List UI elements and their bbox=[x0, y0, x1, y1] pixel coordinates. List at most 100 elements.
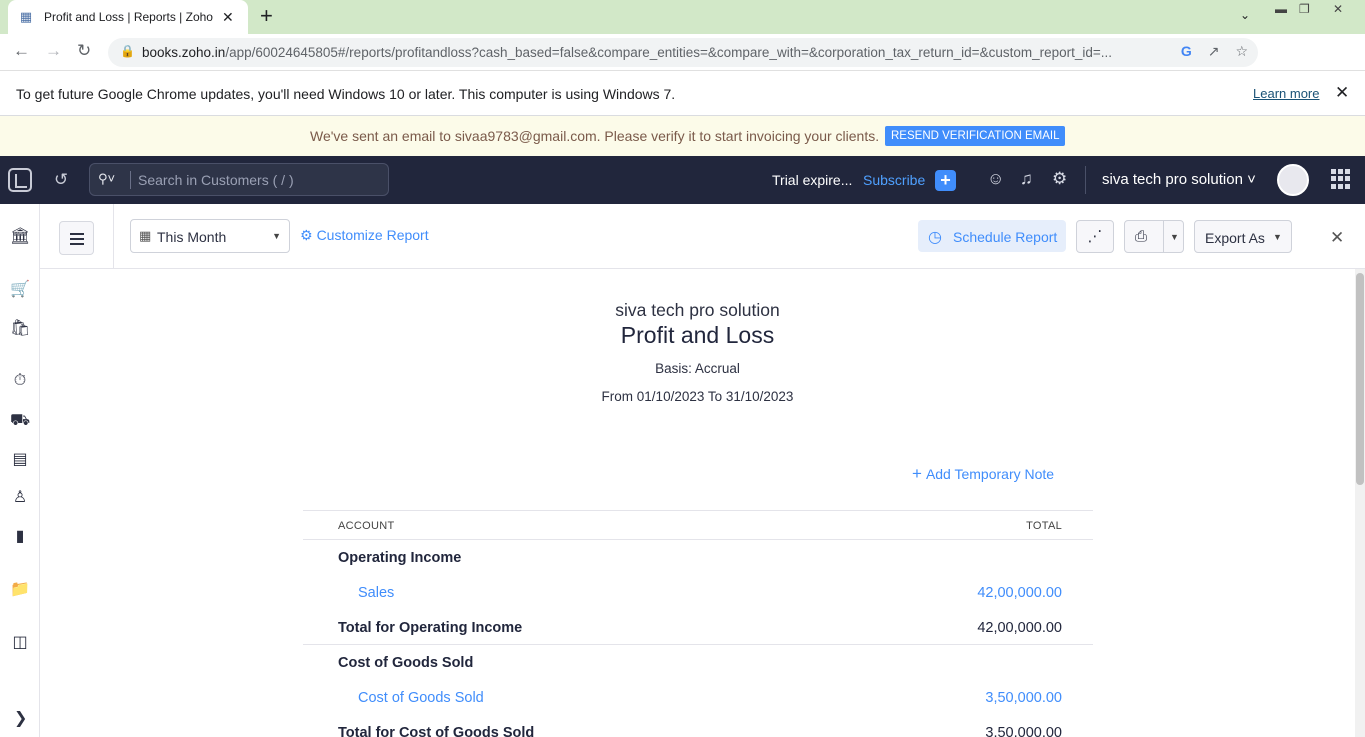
google-translate-icon[interactable]: G bbox=[1181, 43, 1192, 60]
quick-create-plus-icon[interactable]: + bbox=[935, 170, 956, 191]
close-infobar-icon[interactable]: ✕ bbox=[1335, 83, 1349, 103]
time-tracking-icon[interactable]: ⏱ bbox=[10, 372, 30, 390]
caret-down-icon: ▼ bbox=[272, 231, 281, 241]
section-row: Operating Income bbox=[303, 540, 1093, 575]
total-label: Total for Operating Income bbox=[338, 620, 523, 636]
total-value: 42,00,000.00 bbox=[977, 620, 1062, 636]
section-label: Operating Income bbox=[338, 550, 462, 566]
url-text: books.zoho.in/app/60024645805#/reports/p… bbox=[142, 45, 1113, 60]
account-row[interactable]: Cost of Goods Sold 3,50,000.00 bbox=[303, 680, 1093, 715]
infobar-message: To get future Google Chrome updates, you… bbox=[16, 86, 676, 102]
gear-icon: ⚙ bbox=[300, 227, 313, 243]
apps-icon[interactable]: ◫ bbox=[10, 632, 30, 652]
subscribe-link[interactable]: Subscribe bbox=[863, 172, 925, 188]
report-title: Profit and Loss bbox=[620, 322, 775, 348]
total-row: Total for Cost of Goods Sold 3,50,000.00 bbox=[303, 715, 1093, 737]
clock-icon: ◷ bbox=[928, 229, 942, 246]
gst-filing-icon[interactable]: ▤ bbox=[10, 449, 30, 469]
total-label: Total for Cost of Goods Sold bbox=[338, 725, 535, 737]
profit-loss-table: ACCOUNT TOTAL Operating Income Sales 42,… bbox=[303, 510, 1093, 737]
column-total: TOTAL bbox=[1026, 520, 1062, 532]
report-menu-hamburger-icon[interactable] bbox=[59, 221, 94, 255]
close-report-icon[interactable]: ✕ bbox=[1330, 228, 1344, 248]
browser-tab[interactable]: ▦ Profit and Loss | Reports | Zoho E ✕ bbox=[8, 0, 248, 34]
back-icon[interactable]: ← bbox=[13, 41, 30, 61]
report-toolbar: ▦ This Month ▼ ⚙ Customize Report ◷ Sched… bbox=[40, 204, 1365, 269]
account-link[interactable]: Cost of Goods Sold bbox=[358, 690, 484, 706]
print-button[interactable]: ⎙ ▼ bbox=[1124, 220, 1184, 253]
bookmark-star-icon[interactable]: ☆ bbox=[1235, 43, 1248, 60]
purchases-bag-icon[interactable]: 🛍 bbox=[10, 318, 30, 338]
settings-gear-icon[interactable]: ⚙ bbox=[1052, 169, 1067, 189]
trial-status[interactable]: Trial expire... bbox=[772, 172, 852, 188]
sales-cart-icon[interactable]: 🛒 bbox=[10, 279, 30, 299]
report-date-range: From 01/10/2023 To 31/10/2023 bbox=[601, 389, 794, 404]
eway-bill-truck-icon[interactable]: ⛟ bbox=[10, 411, 30, 431]
minimize-icon[interactable]: ▬ bbox=[1275, 2, 1287, 16]
verification-message: We've sent an email to sivaa9783@gmail.c… bbox=[310, 128, 880, 144]
print-options-caret-icon[interactable]: ▼ bbox=[1170, 232, 1179, 242]
reload-icon[interactable]: ↻ bbox=[77, 41, 91, 61]
resend-verification-button[interactable]: RESEND VERIFICATION EMAIL bbox=[885, 126, 1066, 146]
global-search: ⚲˅ bbox=[89, 163, 389, 196]
account-total-link[interactable]: 3,50,000.00 bbox=[985, 690, 1062, 706]
account-total-link[interactable]: 42,00,000.00 bbox=[977, 585, 1062, 601]
plus-icon: + bbox=[912, 464, 922, 483]
share-page-icon[interactable]: ↗ bbox=[1208, 43, 1220, 60]
customize-report-label: Customize Report bbox=[316, 227, 429, 243]
table-header: ACCOUNT TOTAL bbox=[303, 510, 1093, 540]
organization-switcher[interactable]: siva tech pro solution ˅ bbox=[1102, 171, 1256, 188]
lock-icon[interactable]: 🔒 bbox=[120, 44, 135, 58]
app-launcher-grid-icon[interactable] bbox=[1331, 169, 1351, 189]
company-name: siva tech pro solution bbox=[615, 300, 780, 320]
learn-more-link[interactable]: Learn more bbox=[1253, 86, 1319, 101]
user-avatar[interactable] bbox=[1277, 164, 1309, 196]
restore-icon[interactable]: ❐ bbox=[1299, 2, 1310, 16]
app-top-nav: ↺ ⚲˅ Trial expire... Subscribe + ☺ ♫ ⚙ s… bbox=[0, 156, 1365, 204]
column-account: ACCOUNT bbox=[338, 520, 395, 532]
new-tab-icon[interactable]: + bbox=[260, 5, 273, 27]
vertical-scrollbar[interactable] bbox=[1355, 269, 1365, 737]
banking-icon[interactable]: 🏛 bbox=[10, 226, 30, 246]
schedule-report-button[interactable]: ◷ Schedule Report bbox=[918, 220, 1066, 252]
accountant-icon[interactable]: ♙ bbox=[10, 487, 30, 507]
account-link[interactable]: Sales bbox=[358, 585, 394, 601]
search-divider bbox=[130, 171, 131, 189]
export-as-label: Export As bbox=[1205, 230, 1265, 246]
scrollbar-thumb[interactable] bbox=[1356, 273, 1364, 485]
toolbar-divider bbox=[113, 204, 114, 269]
date-range-value: This Month bbox=[157, 229, 227, 245]
total-row: Total for Operating Income 42,00,000.00 bbox=[303, 610, 1093, 645]
omnibox-actions: G ↗ ☆ bbox=[1181, 43, 1248, 60]
customize-report-button[interactable]: ⚙ Customize Report bbox=[300, 227, 429, 244]
add-temporary-note-button[interactable]: + Add Temporary Note bbox=[912, 464, 1054, 484]
share-icon[interactable]: ⋰ bbox=[1076, 220, 1114, 253]
browser-tabstrip: ▦ Profit and Loss | Reports | Zoho E ✕ +… bbox=[0, 0, 1365, 34]
zoho-books-logo-icon[interactable] bbox=[8, 168, 32, 192]
printer-icon[interactable]: ⎙ bbox=[1135, 228, 1147, 245]
search-icon[interactable]: ⚲˅ bbox=[98, 171, 115, 187]
account-row[interactable]: Sales 42,00,000.00 bbox=[303, 575, 1093, 610]
expand-sidebar-chevron-icon[interactable]: ❯ bbox=[14, 708, 27, 728]
chrome-update-infobar: To get future Google Chrome updates, you… bbox=[0, 71, 1365, 116]
nav-divider bbox=[1085, 166, 1086, 194]
documents-folder-icon[interactable]: 📁 bbox=[10, 579, 30, 599]
export-as-dropdown[interactable]: Export As ▼ bbox=[1194, 220, 1292, 253]
total-value: 3,50,000.00 bbox=[985, 725, 1062, 737]
search-input[interactable] bbox=[138, 164, 378, 195]
recent-history-icon[interactable]: ↺ bbox=[54, 170, 68, 190]
tab-search-chevron-icon[interactable]: ⌄ bbox=[1240, 8, 1250, 22]
caret-down-icon: ▼ bbox=[1273, 232, 1282, 242]
window-close-icon[interactable]: ✕ bbox=[1333, 2, 1343, 16]
date-range-select[interactable]: ▦ This Month ▼ bbox=[130, 219, 290, 253]
forward-icon[interactable]: → bbox=[45, 41, 62, 61]
users-icon[interactable]: ☺ bbox=[987, 169, 1004, 189]
notifications-bell-icon[interactable]: ♫ bbox=[1020, 169, 1033, 189]
close-tab-icon[interactable]: ✕ bbox=[222, 9, 234, 26]
address-bar[interactable]: 🔒 books.zoho.in/app/60024645805#/reports… bbox=[108, 38, 1258, 67]
report-body: siva tech pro solution Profit and Loss B… bbox=[40, 269, 1355, 737]
left-sidebar: 🏛 🛒 🛍 ⏱ ⛟ ▤ ♙ ▮ 📁 ◫ ❯ bbox=[0, 204, 40, 737]
reports-chart-icon[interactable]: ▮ bbox=[10, 526, 30, 546]
calendar-icon: ▦ bbox=[139, 228, 152, 243]
section-row: Cost of Goods Sold bbox=[303, 645, 1093, 680]
